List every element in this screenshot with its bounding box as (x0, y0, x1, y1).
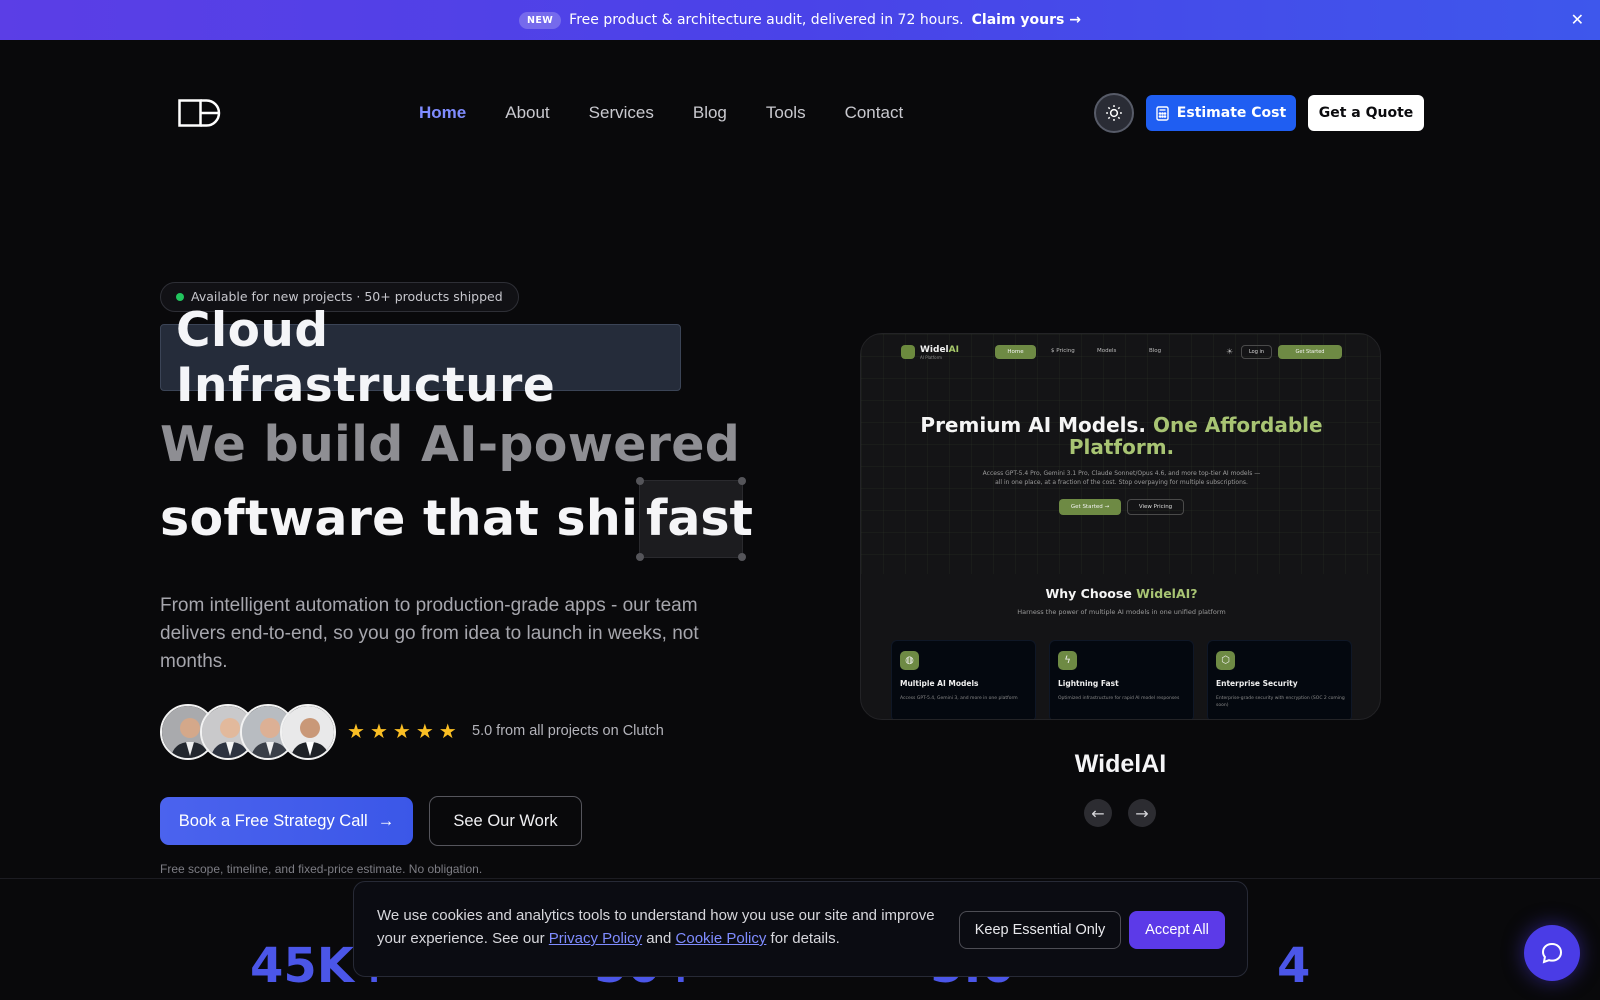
keep-essential-button[interactable]: Keep Essential Only (959, 911, 1121, 949)
estimate-cost-label: Estimate Cost (1176, 105, 1287, 121)
calculator-icon (1156, 105, 1169, 121)
chat-button[interactable] (1524, 925, 1580, 981)
highlight-chip: Cloud Infrastructure (160, 303, 681, 413)
star-icon: ★ (392, 719, 411, 743)
preview-logo-sub: AI Platform (920, 355, 943, 360)
preview-nav-home: Home (995, 345, 1036, 359)
preview-logo-icon (901, 345, 915, 359)
arrow-right-icon: → (377, 811, 395, 830)
cookie-banner: We use cookies and analytics tools to un… (353, 881, 1248, 977)
cta-footnote: Free scope, timeline, and fixed-price es… (160, 862, 483, 876)
status-dot (176, 293, 184, 301)
hero-description: From intelligent automation to productio… (160, 595, 699, 672)
book-strategy-call-button[interactable]: Book a Free Strategy Call → (160, 797, 413, 845)
prev-project-button[interactable]: ← (1084, 799, 1112, 827)
new-badge: NEW (519, 11, 562, 29)
star-icon: ★ (415, 719, 434, 743)
headline-line-2: software that ships (160, 490, 704, 547)
close-icon[interactable]: ✕ (1571, 10, 1584, 29)
brain-icon: ◍ (900, 651, 919, 670)
chat-bubble-icon (1541, 942, 1563, 964)
stat-value: 4 (1277, 938, 1311, 994)
selection-handle (738, 553, 746, 561)
client-avatars (160, 704, 340, 760)
get-quote-label: Get a Quote (1318, 105, 1414, 121)
avatar (280, 704, 336, 760)
headline-line-1: We build AI-powered (160, 416, 741, 473)
preview-feature-card: ϟ Lightning Fast Optimized infrastructur… (1049, 640, 1194, 719)
rating-text: 5.0 from all projects on Clutch (472, 723, 664, 739)
see-our-work-button[interactable]: See Our Work (429, 796, 582, 846)
nav-services[interactable]: Services (589, 100, 654, 126)
sun-icon (1106, 105, 1122, 121)
star-icon: ★ (347, 719, 365, 743)
preview-why-subtitle: Harness the power of multiple AI models … (1017, 608, 1226, 616)
logo[interactable] (178, 99, 224, 127)
shield-icon: ⬡ (1216, 651, 1235, 670)
preview-view-pricing-button: View Pricing (1127, 499, 1184, 515)
nav-home[interactable]: Home (419, 100, 466, 126)
lightning-icon: ϟ (1058, 651, 1077, 670)
preview-feature-card: ◍ Multiple AI Models Access GPT-5.4, Gem… (891, 640, 1036, 719)
accept-all-label: Accept All (1145, 922, 1209, 938)
selection-handle (636, 477, 644, 485)
project-preview[interactable]: WidelAI AI Platform Home $ Pricing Model… (860, 333, 1381, 720)
cookie-policy-link[interactable]: Cookie Policy (676, 930, 767, 947)
project-name: WidelAI (1074, 750, 1167, 778)
preview-nav-models: Models (1097, 348, 1117, 354)
claim-link[interactable]: Claim yours → (972, 12, 1081, 28)
preview-headline: Premium AI Models. One Affordable Platfo… (920, 413, 1323, 459)
preview-navbar: WidelAI AI Platform Home $ Pricing Model… (861, 334, 1380, 370)
book-call-label: Book a Free Strategy Call (178, 811, 368, 830)
star-rating: ★ ★ ★ ★ ★ (347, 720, 457, 742)
selection-handle (738, 477, 746, 485)
nav-blog[interactable]: Blog (693, 100, 727, 126)
nav-about[interactable]: About (505, 100, 549, 126)
preview-nav-blog: Blog (1149, 348, 1162, 354)
nav-contact[interactable]: Contact (845, 100, 904, 126)
get-quote-button[interactable]: Get a Quote (1308, 95, 1424, 131)
keep-essential-label: Keep Essential Only (974, 922, 1106, 938)
arrow-right-icon: → (1135, 803, 1149, 823)
accept-all-button[interactable]: Accept All (1129, 911, 1225, 949)
announcement-bar: NEW Free product & architecture audit, d… (0, 0, 1600, 40)
next-project-button[interactable]: → (1128, 799, 1156, 827)
fast-text: fast (646, 490, 753, 547)
cookie-text: We use cookies and analytics tools to un… (377, 907, 935, 947)
preview-why-title: Why Choose WidelAI? (1045, 586, 1198, 601)
estimate-cost-button[interactable]: Estimate Cost (1146, 95, 1296, 131)
privacy-policy-link[interactable]: Privacy Policy (549, 930, 642, 947)
theme-toggle-button[interactable] (1094, 93, 1134, 133)
arrow-left-icon: ← (1091, 803, 1105, 823)
main-nav: Home About Services Blog Tools Contact (419, 100, 942, 126)
star-icon: ★ (438, 719, 457, 743)
see-work-label: See Our Work (453, 811, 558, 830)
star-icon: ★ (369, 719, 388, 743)
preview-feature-card: ⬡ Enterprise Security Enterprise-grade s… (1207, 640, 1352, 719)
section-divider (0, 878, 1600, 879)
preview-sun-icon: ☀ (1226, 347, 1234, 356)
fast-highlight: fast (636, 477, 753, 561)
highlight-text: Cloud Infrastructure (176, 302, 556, 413)
preview-logo: WidelAI (920, 345, 959, 355)
preview-subtext: Access GPT-5.4 Pro, Gemini 3.1 Pro, Clau… (982, 470, 1261, 486)
preview-get-started-button: Get Started → (1059, 499, 1121, 515)
preview-nav-pricing: $ Pricing (1051, 348, 1075, 354)
selection-handle (636, 553, 644, 561)
announcement-text: Free product & architecture audit, deliv… (569, 12, 964, 28)
preview-get-started: Get Started (1278, 345, 1342, 359)
nav-tools[interactable]: Tools (766, 100, 806, 126)
preview-login: Log in (1241, 345, 1272, 359)
